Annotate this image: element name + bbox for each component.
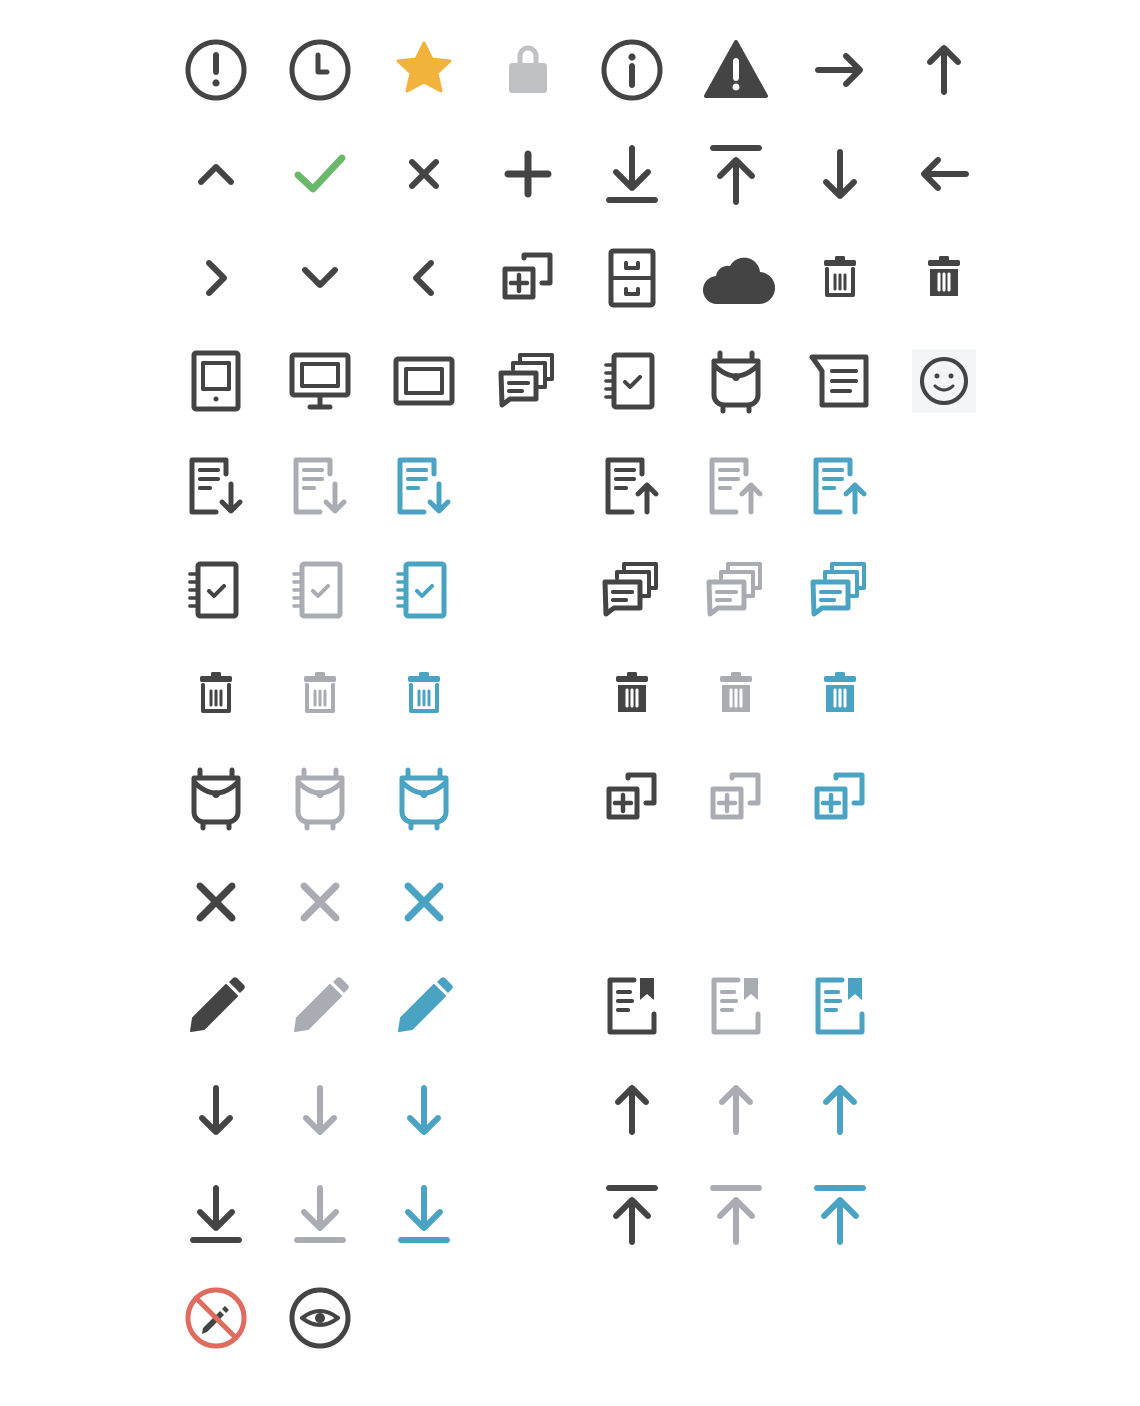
doc-download-icon bbox=[280, 446, 360, 526]
arrow-up-icon bbox=[904, 30, 984, 110]
warning-icon bbox=[696, 30, 776, 110]
lock-icon bbox=[488, 30, 568, 110]
download-icon bbox=[384, 1174, 464, 1254]
chevron-left-icon bbox=[384, 238, 464, 318]
frame-icon bbox=[384, 341, 464, 421]
notebook-check-icon bbox=[592, 341, 672, 421]
trash-filled-icon bbox=[592, 654, 672, 734]
chat-stack-icon bbox=[696, 550, 776, 630]
note-icon bbox=[800, 341, 880, 421]
trash-outline-icon bbox=[280, 654, 360, 734]
notebook-check-icon bbox=[176, 550, 256, 630]
chevron-down-icon bbox=[280, 238, 360, 318]
doc-upload-icon bbox=[800, 446, 880, 526]
doc-upload-icon bbox=[696, 446, 776, 526]
duplicate-add-icon bbox=[696, 758, 776, 838]
check-icon bbox=[280, 134, 360, 214]
upload-top-icon bbox=[592, 1174, 672, 1254]
no-edit-icon bbox=[176, 1278, 256, 1358]
icon-sheet bbox=[0, 0, 1140, 1406]
upload-top-icon bbox=[800, 1174, 880, 1254]
doc-upload-icon bbox=[592, 446, 672, 526]
backpack-icon bbox=[696, 341, 776, 421]
smiley-icon bbox=[904, 341, 984, 421]
backpack-icon bbox=[384, 758, 464, 838]
arrow-down-icon bbox=[800, 134, 880, 214]
backpack-icon bbox=[280, 758, 360, 838]
close-icon bbox=[176, 862, 256, 942]
tablet-icon bbox=[176, 341, 256, 421]
upload-top-icon bbox=[696, 1174, 776, 1254]
pencil-icon bbox=[280, 966, 360, 1046]
monitor-icon bbox=[280, 341, 360, 421]
download-icon bbox=[592, 134, 672, 214]
exclamation-circle-icon bbox=[176, 30, 256, 110]
duplicate-add-icon bbox=[800, 758, 880, 838]
upload-top-icon bbox=[696, 134, 776, 214]
arrow-up-icon bbox=[696, 1070, 776, 1150]
download-icon bbox=[280, 1174, 360, 1254]
trash-outline-icon bbox=[800, 238, 880, 318]
notebook-check-icon bbox=[384, 550, 464, 630]
arrow-down-icon bbox=[384, 1070, 464, 1150]
plus-icon bbox=[488, 134, 568, 214]
close-icon bbox=[280, 862, 360, 942]
close-small-icon bbox=[384, 134, 464, 214]
pencil-icon bbox=[176, 966, 256, 1046]
chat-stack-icon bbox=[592, 550, 672, 630]
arrow-down-icon bbox=[280, 1070, 360, 1150]
notebook-check-icon bbox=[280, 550, 360, 630]
trash-filled-icon bbox=[696, 654, 776, 734]
pencil-icon bbox=[384, 966, 464, 1046]
close-icon bbox=[384, 862, 464, 942]
doc-download-icon bbox=[384, 446, 464, 526]
chevron-right-icon bbox=[176, 238, 256, 318]
eye-circle-icon bbox=[280, 1278, 360, 1358]
arrow-left-icon bbox=[904, 134, 984, 214]
bookmark-doc-icon bbox=[592, 966, 672, 1046]
bookmark-doc-icon bbox=[696, 966, 776, 1046]
cloud-icon bbox=[696, 238, 776, 318]
bookmark-doc-icon bbox=[800, 966, 880, 1046]
arrow-down-icon bbox=[176, 1070, 256, 1150]
trash-outline-icon bbox=[384, 654, 464, 734]
chat-stack-icon bbox=[488, 341, 568, 421]
chat-stack-icon bbox=[800, 550, 880, 630]
doc-download-icon bbox=[176, 446, 256, 526]
info-circle-icon bbox=[592, 30, 672, 110]
star-icon bbox=[384, 30, 464, 110]
arrow-right-icon bbox=[800, 30, 880, 110]
arrow-up-icon bbox=[592, 1070, 672, 1150]
duplicate-add-icon bbox=[592, 758, 672, 838]
duplicate-add-icon bbox=[488, 238, 568, 318]
download-icon bbox=[176, 1174, 256, 1254]
backpack-icon bbox=[176, 758, 256, 838]
arrow-up-icon bbox=[800, 1070, 880, 1150]
trash-filled-icon bbox=[904, 238, 984, 318]
chevron-up-icon bbox=[176, 134, 256, 214]
clock-icon bbox=[280, 30, 360, 110]
trash-filled-icon bbox=[800, 654, 880, 734]
file-cabinet-icon bbox=[592, 238, 672, 318]
trash-outline-icon bbox=[176, 654, 256, 734]
